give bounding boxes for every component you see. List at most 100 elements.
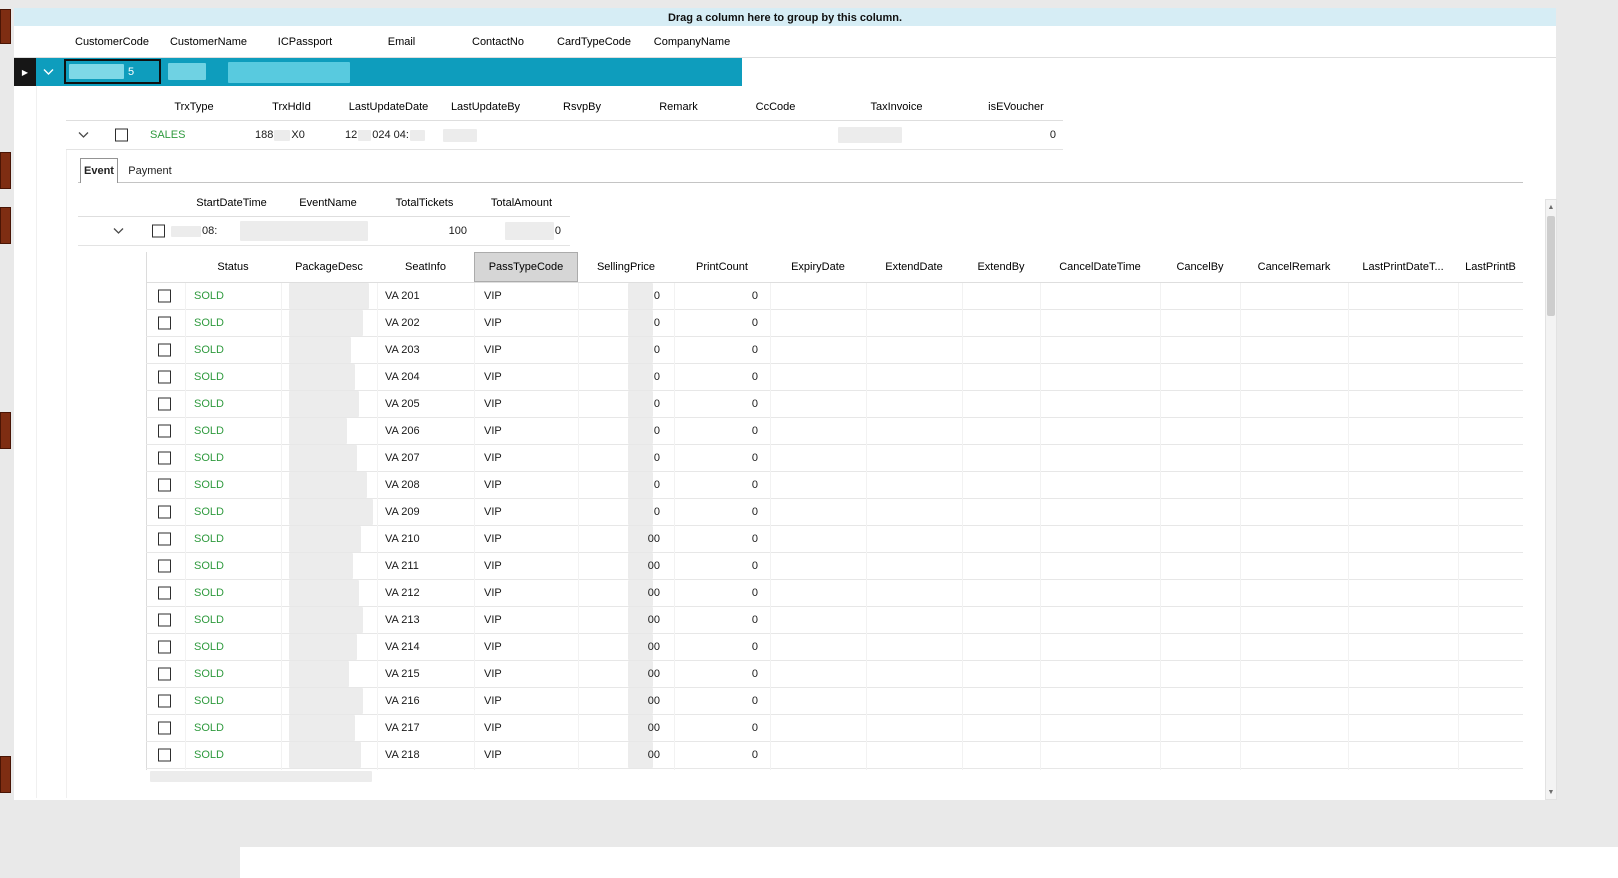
focused-customer-code-cell[interactable]: 5 [64,59,161,84]
ticket-print-count: 0 [674,553,764,579]
ticket-row-va-213: SOLDVA 213VIP000 [146,607,1523,634]
ticket-checkbox[interactable] [158,641,171,654]
scroll-down-button[interactable]: ▼ [1546,785,1556,799]
grid-column-line [1160,283,1161,770]
column-header-lastupdateby[interactable]: LastUpdateBy [437,94,534,120]
column-header-cccode[interactable]: CcCode [727,94,824,120]
ticket-seat: VA 208 [385,472,420,498]
transaction-row[interactable]: SALES 188X0 12024 04: 0 [66,121,1063,150]
ticket-print-count: 0 [674,661,764,687]
ticket-checkbox[interactable] [158,533,171,546]
ticket-selling-price-partial: 00 [586,688,666,714]
ticket-print-count: 0 [674,634,764,660]
ticket-checkbox[interactable] [158,722,171,735]
ticket-pass-type: VIP [484,472,502,498]
event-checkbox[interactable] [152,225,165,238]
group-by-bar[interactable]: Drag a column here to group by this colu… [14,8,1556,27]
redacted-partial-row [150,771,372,782]
ticket-checkbox[interactable] [158,749,171,762]
column-header-lastupdatedate[interactable]: LastUpdateDate [340,94,437,120]
ticket-status: SOLD [194,634,224,660]
column-header-contactno[interactable]: ContactNo [450,26,546,57]
ticket-checkbox[interactable] [158,452,171,465]
column-header-customercode[interactable]: CustomerCode [64,26,160,57]
column-header-cardtypecode[interactable]: CardTypeCode [546,26,642,57]
ticket-selling-price-partial: 0 [586,391,666,417]
ticket-checkbox[interactable] [158,479,171,492]
column-header-trxtype[interactable]: TrxType [145,94,243,120]
ticket-selling-price-partial: 0 [586,418,666,444]
ticket-pass-type: VIP [484,310,502,336]
ticket-checkbox[interactable] [158,560,171,573]
ticket-selling-price-partial: 00 [586,742,666,768]
vertical-scrollbar[interactable]: ▲ ▼ [1545,199,1557,800]
tab-payment[interactable]: Payment [118,158,182,183]
ticket-selling-price-partial: 0 [586,499,666,525]
column-header-taxinvoice[interactable]: TaxInvoice [824,94,969,120]
ticket-print-count: 0 [674,499,764,525]
ticket-row-va-210: SOLDVA 210VIP000 [146,526,1523,553]
ticket-checkbox[interactable] [158,425,171,438]
ticket-checkbox[interactable] [158,614,171,627]
background-window-fragment [0,412,11,449]
ticket-selling-price-partial: 0 [586,445,666,471]
ticket-checkbox[interactable] [158,695,171,708]
ticket-seat: VA 201 [385,283,420,309]
grid-column-line [1240,283,1241,770]
ticket-checkbox[interactable] [158,506,171,519]
customer-row-selected[interactable]: 5 [36,58,742,86]
ticket-pass-type: VIP [484,607,502,633]
total-tickets-cell: 100 [376,217,473,245]
ticket-checkbox[interactable] [158,398,171,411]
column-header-trxhdid[interactable]: TrxHdId [243,94,340,120]
column-header-totalamount[interactable]: TotalAmount [473,190,570,216]
column-header-icpassport[interactable]: ICPassport [257,26,353,57]
ticket-checkbox[interactable] [158,317,171,330]
ticket-status: SOLD [194,391,224,417]
ticket-checkbox[interactable] [158,344,171,357]
column-header-companyname[interactable]: CompanyName [642,26,742,57]
column-header-remark[interactable]: Remark [630,94,727,120]
ticket-row-va-206: SOLDVA 206VIP00 [146,418,1523,445]
ticket-status: SOLD [194,499,224,525]
scrollbar-thumb[interactable] [1547,216,1555,316]
ticket-checkbox[interactable] [158,587,171,600]
expand-chevron-icon[interactable] [76,128,91,143]
expand-chevron-icon[interactable] [111,224,126,239]
column-header-startdatetime[interactable]: StartDateTime [183,190,280,216]
column-header-email[interactable]: Email [353,26,450,57]
event-row[interactable]: 08: 100 0 [78,217,570,246]
transaction-checkbox[interactable] [115,129,128,142]
redacted-package-desc [289,688,363,714]
row-indicator-arrow-icon: ▶ [22,68,28,77]
redacted-package-desc [289,337,351,363]
ticket-checkbox[interactable] [158,668,171,681]
date-start: 12 [345,129,357,141]
customer-grid-header: CustomerCodeCustomerNameICPassportEmailC… [14,26,1556,58]
ticket-seat: VA 206 [385,418,420,444]
ticket-print-count: 0 [674,283,764,309]
ticket-checkbox[interactable] [158,290,171,303]
column-header-customername[interactable]: CustomerName [160,26,257,57]
column-header-totaltickets[interactable]: TotalTickets [376,190,473,216]
ticket-status: SOLD [194,580,224,606]
background-window-fragment [0,9,11,44]
scroll-up-button[interactable]: ▲ [1546,200,1556,214]
grid-column-line [185,283,186,770]
collapse-chevron-icon[interactable] [41,65,56,80]
column-header-isevoucher[interactable]: isEVoucher [969,94,1063,120]
ticket-checkbox[interactable] [158,371,171,384]
ticket-selling-price-partial: 00 [586,580,666,606]
ticket-selling-price-partial: 00 [586,553,666,579]
background-window-fragment [0,152,11,189]
grid-column-line [1040,283,1041,770]
ticket-row-va-201: SOLDVA 201VIP00 [146,283,1523,310]
grid-column-line [770,283,771,770]
redacted-package-desc [289,607,363,633]
ticket-pass-type: VIP [484,283,502,309]
grid-column-line [866,283,867,770]
tab-event[interactable]: Event [80,158,118,183]
ticket-pass-type: VIP [484,445,502,471]
column-header-eventname[interactable]: EventName [280,190,376,216]
column-header-rsvpby[interactable]: RsvpBy [534,94,630,120]
